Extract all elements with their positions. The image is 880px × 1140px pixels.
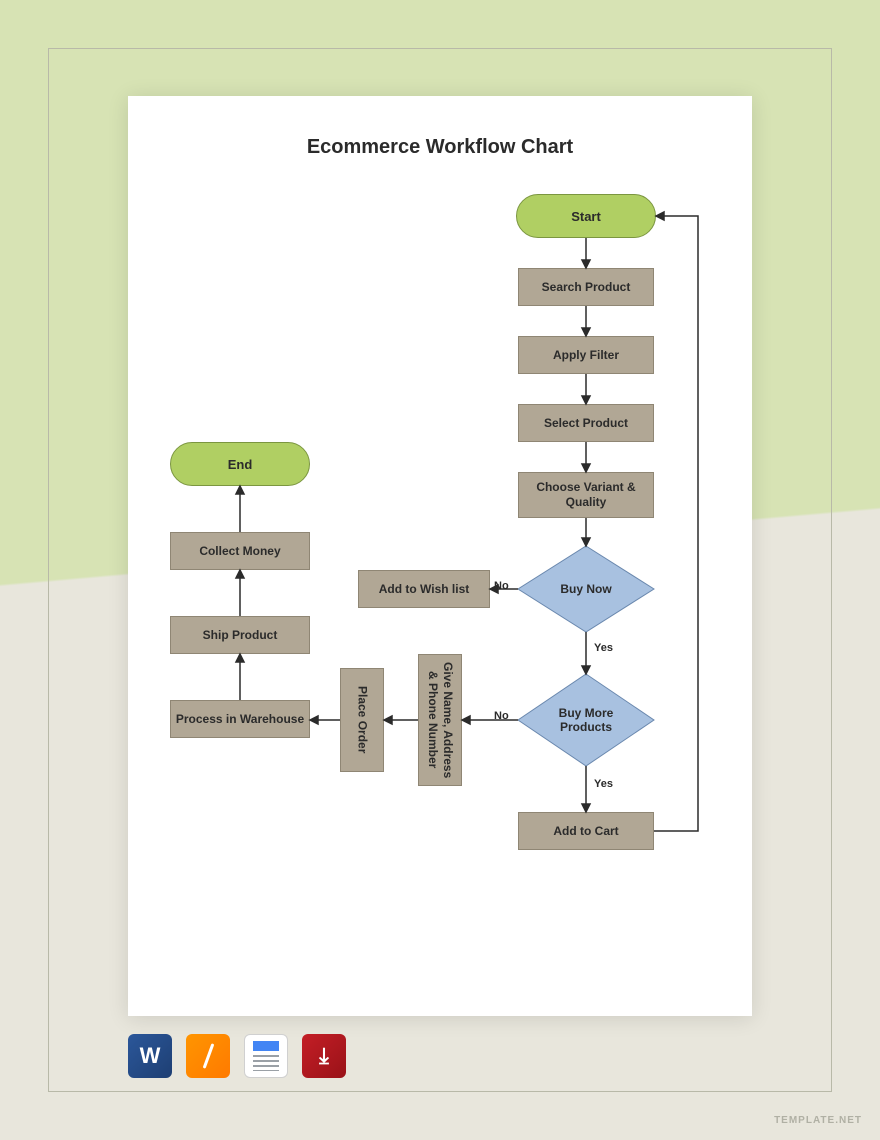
- word-icon: [128, 1034, 172, 1078]
- watermark: TEMPLATE.NET: [774, 1115, 862, 1126]
- format-icons: [128, 1034, 346, 1078]
- pages-icon: [186, 1034, 230, 1078]
- document-page: Ecommerce Workflow Chart Start Search Pr…: [128, 96, 752, 1016]
- docs-icon: [244, 1034, 288, 1078]
- pdf-icon: [302, 1034, 346, 1078]
- connectors: [128, 96, 752, 1016]
